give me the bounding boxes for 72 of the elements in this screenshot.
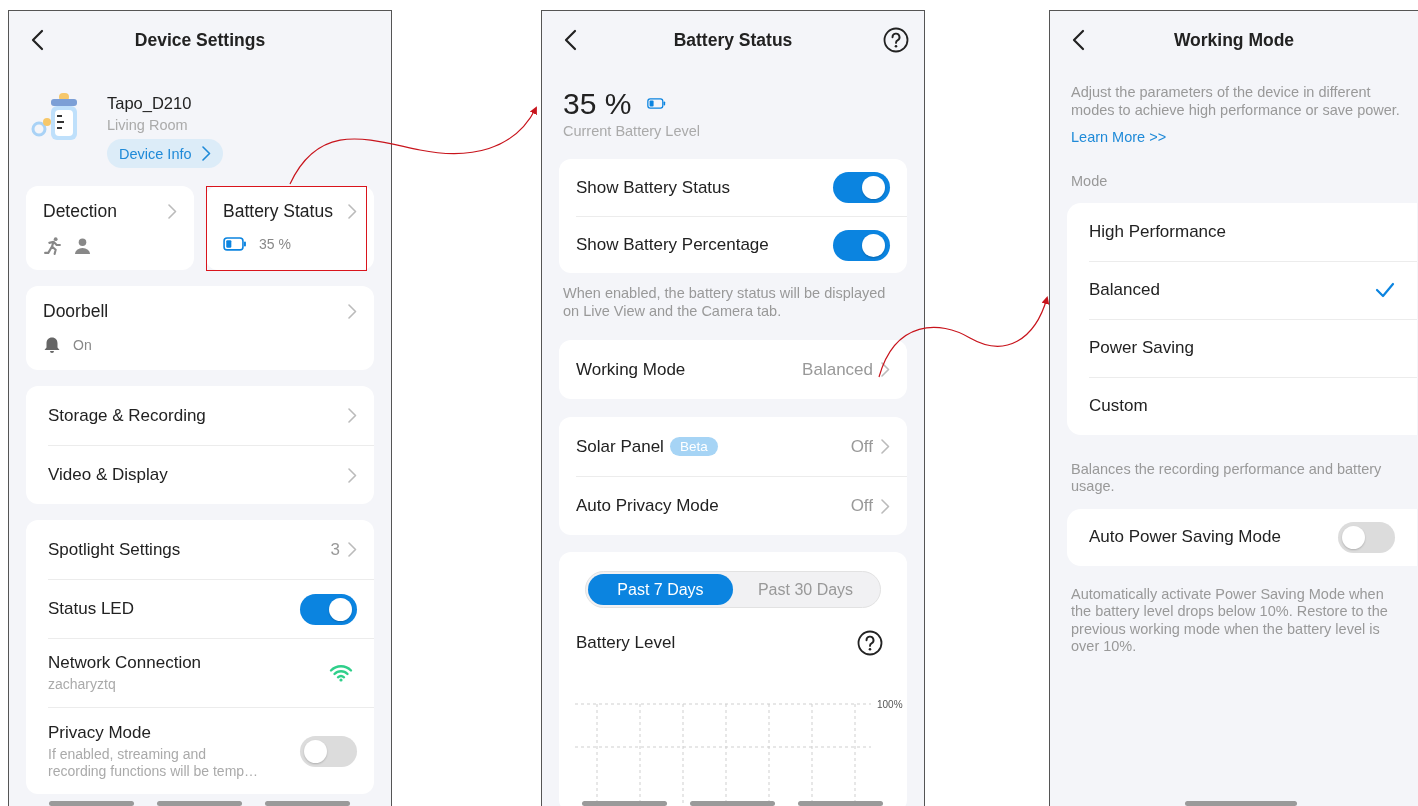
range-tab[interactable]: Past 7 Days [588,574,733,605]
card-title: Battery Status [223,201,333,222]
battery-icon [223,237,247,251]
chevron-icon [168,204,177,219]
screen-title: Device Settings [134,29,266,51]
wifi-icon [329,664,353,682]
device-name: Tapo_D210 [107,94,193,113]
setting-label: Spotlight Settings [48,539,182,560]
card-title: Detection [43,201,117,222]
toggle-switch[interactable] [833,172,890,203]
bell-icon [43,336,61,354]
setting-description: zacharyztq [48,676,117,693]
battery-percentage: 35 % [563,87,632,121]
setting-label: Network Connection [48,653,203,673]
intro-text: Adjust the parameters of the device in different modes to achieve high performance or save power. [1071,83,1401,119]
battery-caption: Current Battery Level [563,123,701,139]
battery-note: When enabled, the battery status will be displayed on Live View and the Camera tab. [563,285,887,320]
chevron-icon [348,408,357,423]
setting-label: Video & Display [48,465,169,485]
beta-badge: Beta [669,437,718,456]
person-icon [74,236,91,255]
battery-reading: 35 % [259,236,291,252]
axis-label: 100% [877,699,903,710]
chart-title: Battery Level [576,633,676,653]
setting-label: Show Battery Status [576,177,732,198]
mode-option[interactable]: Balanced [1089,261,1417,319]
toggle-switch[interactable] [833,229,890,261]
section-label: Mode [1071,173,1109,191]
doorbell-card[interactable]: Doorbell On [26,286,374,370]
battery-status-card[interactable]: Battery Status 35 % [206,186,374,270]
help-icon[interactable] [857,630,883,656]
chevron-icon [348,542,357,557]
mode-option[interactable]: Custom [1089,377,1417,435]
chevron-icon [348,304,357,319]
footnote-text: Automatically activate Power Saving Mode when the battery level drops below 10%. Restore to the previous working mode when the battery level is over 10%. [1071,585,1389,656]
toggle-switch[interactable] [1338,521,1395,553]
setting-label: Auto Power Saving Mode [1089,527,1282,547]
card-title: Doorbell [43,301,109,322]
setting-label: Storage & Recording [48,405,207,426]
chevron-icon [348,467,357,483]
battery-icon [647,98,667,110]
mode-option[interactable]: Power Saving [1089,319,1417,377]
chevron-icon [881,498,890,514]
setting-label: Solar Panel [576,436,664,457]
back-icon[interactable] [563,29,577,51]
screen-title: Battery Status [673,29,793,51]
chevron-icon [201,146,211,161]
screen-title: Working Mode [1173,29,1295,51]
mode-option[interactable]: High Performance [1089,203,1417,260]
setting-label: Auto Privacy Mode [576,496,719,516]
help-icon[interactable] [883,27,909,53]
setting-description: If enabled, streaming and recording functions will be temp… [48,745,260,780]
setting-value: 3 [330,539,340,560]
detection-card[interactable]: Detection [26,186,194,270]
device-room: Living Room [107,117,189,133]
chevron-icon [881,362,890,377]
back-icon[interactable] [30,29,44,51]
setting-value: Off [850,436,873,457]
chevron-icon [348,204,357,219]
setting-label: Privacy Mode [48,722,152,743]
toggle-switch[interactable] [300,735,357,767]
toggle-switch[interactable] [300,593,357,625]
setting-value: Off [850,496,873,516]
doorbell-status: On [73,337,92,353]
setting-value: Balanced [802,359,873,380]
setting-label: Show Battery Percentage [576,235,770,255]
back-icon[interactable] [1071,29,1085,51]
setting-label: Status LED [48,599,135,619]
chevron-icon [881,439,890,454]
mode-description: Balances the recording performance and battery usage. [1071,460,1383,496]
running-person-icon [43,236,62,255]
setting-label: Working Mode [576,359,687,380]
